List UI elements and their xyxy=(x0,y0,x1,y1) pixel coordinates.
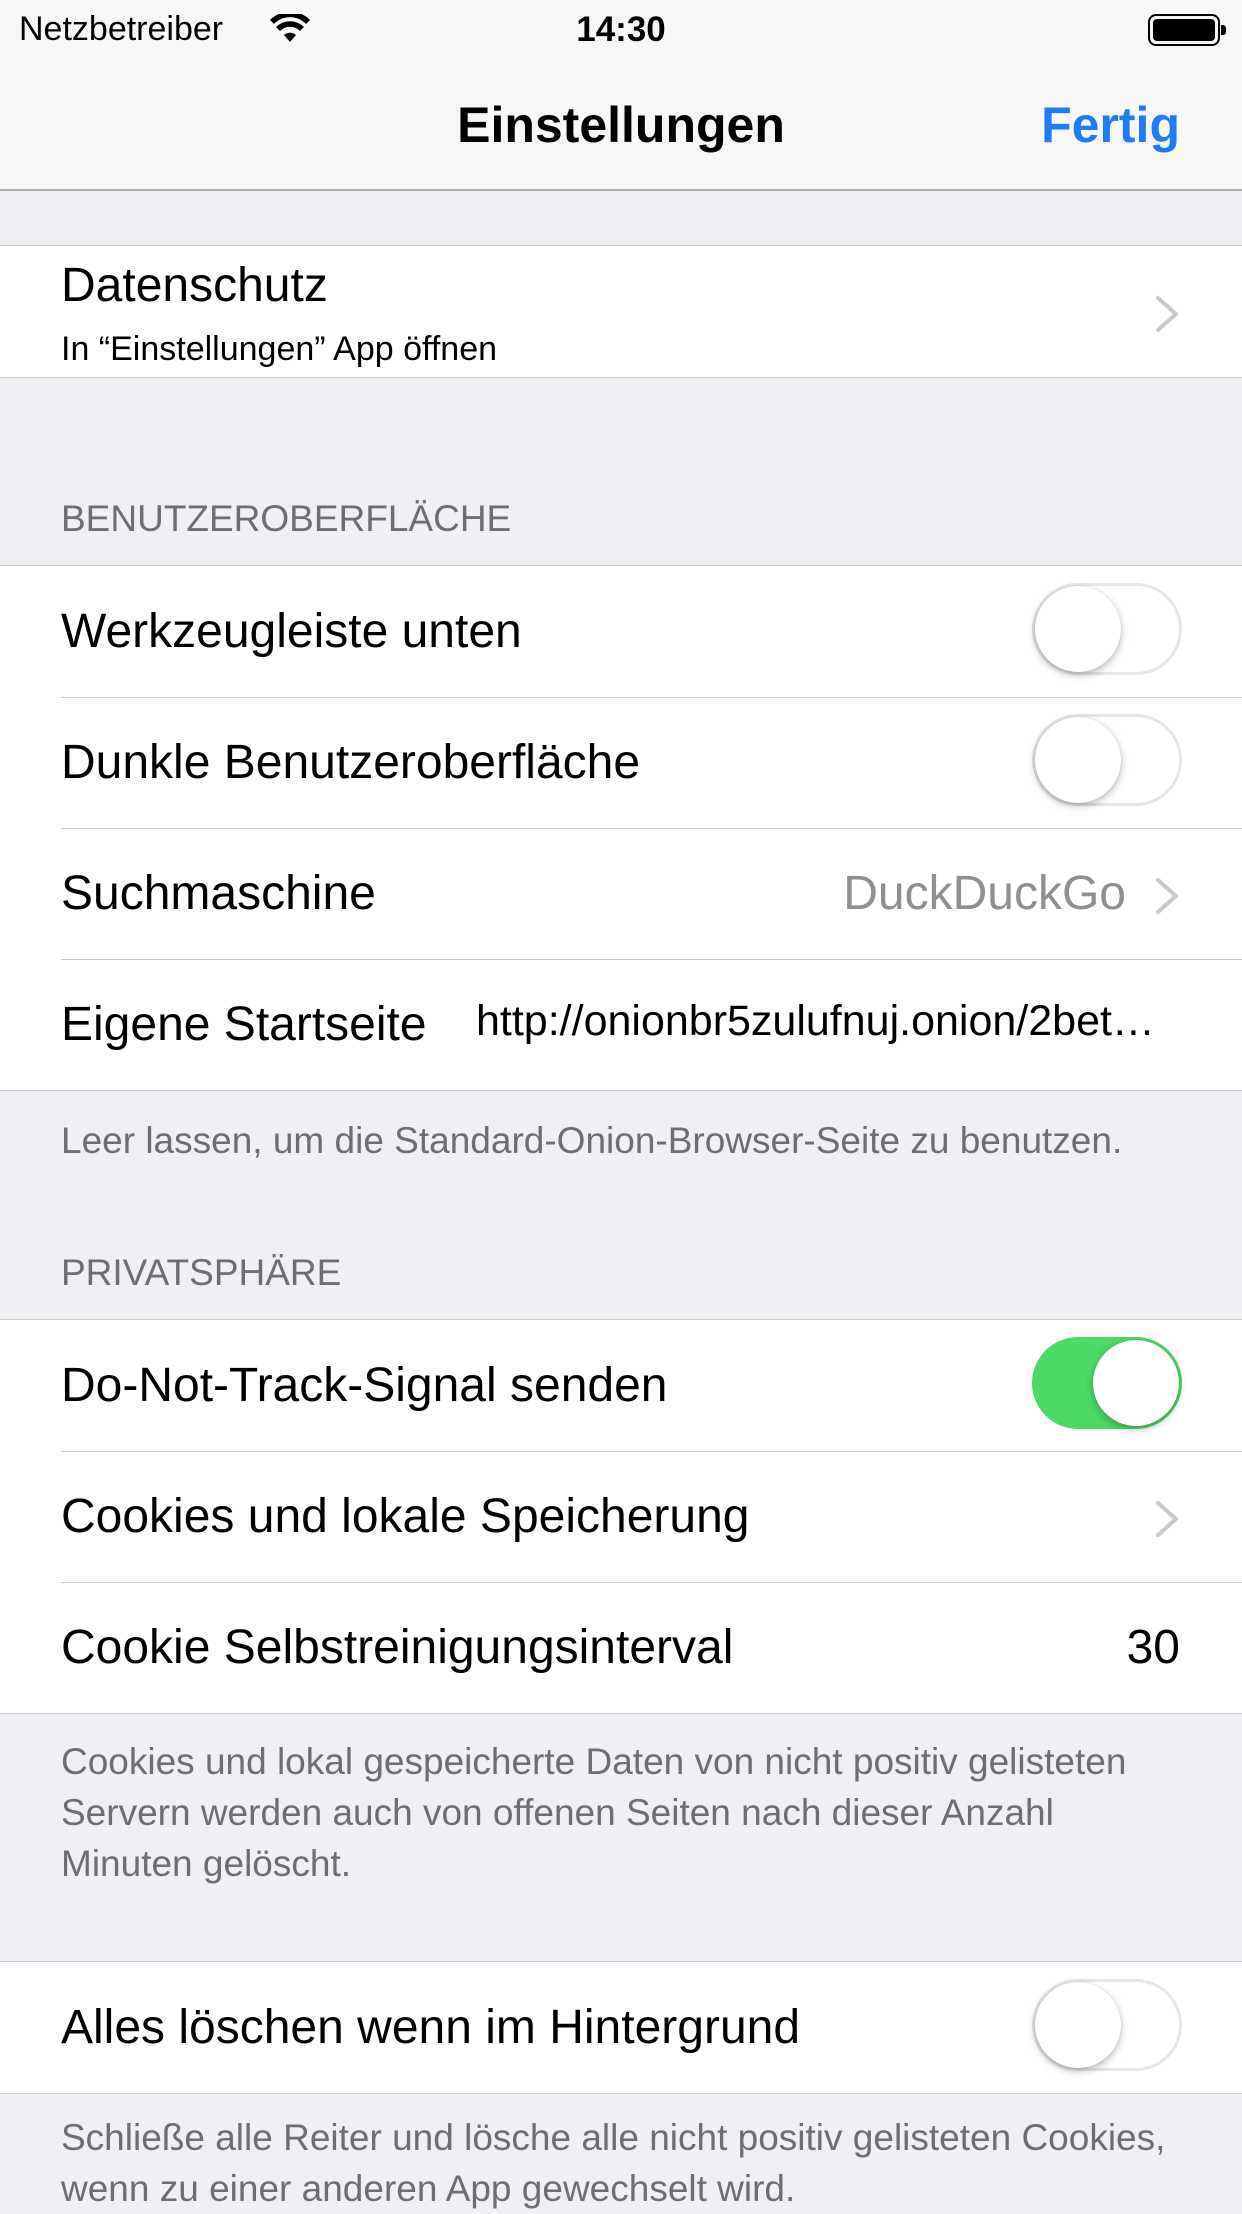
dark-ui-label: Dunkle Benutzeroberfläche xyxy=(61,736,641,789)
privacy-link-group: Datenschutz In “Einstellungen” App öffne… xyxy=(0,245,1242,378)
privacy-settings-group: Do-Not-Track-Signal senden Cookies und l… xyxy=(0,1319,1242,1714)
privacy-link-title: Datenschutz xyxy=(61,259,328,312)
battery-icon xyxy=(1148,14,1226,46)
search-engine-label: Suchmaschine xyxy=(61,867,376,920)
dnt-label: Do-Not-Track-Signal senden xyxy=(61,1359,668,1412)
toolbar-bottom-label: Werkzeugleiste unten xyxy=(61,605,522,658)
toolbar-bottom-row: Werkzeugleiste unten xyxy=(0,566,1242,697)
homepage-url-field[interactable]: http://onionbr5zulufnuj.onion/2bet… xyxy=(476,997,1182,1046)
chevron-right-icon xyxy=(1156,296,1178,332)
search-engine-row[interactable]: Suchmaschine DuckDuckGo xyxy=(0,828,1242,959)
clear-all-row: Alles löschen wenn im Hintergrund xyxy=(0,1962,1242,2093)
clock: 14:30 xyxy=(576,10,666,49)
background-settings-group: Alles löschen wenn im Hintergrund xyxy=(0,1961,1242,2094)
done-button[interactable]: Fertig xyxy=(1041,96,1180,154)
cookie-interval-value[interactable]: 30 xyxy=(1127,1620,1180,1675)
homepage-row: Eigene Startseite http://onionbr5zulufnu… xyxy=(0,959,1242,1090)
toolbar-bottom-toggle[interactable] xyxy=(1032,583,1182,675)
dark-ui-toggle[interactable] xyxy=(1032,714,1182,806)
chevron-right-icon xyxy=(1156,878,1178,914)
privacy-link-subtitle: In “Einstellungen” App öffnen xyxy=(61,330,498,368)
chevron-right-icon xyxy=(1156,1501,1178,1537)
section-footer-ui: Leer lassen, um die Standard-Onion-Brows… xyxy=(61,1120,1123,1161)
status-bar: Netzbetreiber 14:30 xyxy=(0,0,1242,60)
section-header-ui: BENUTZEROBERFLÄCHE xyxy=(61,498,512,539)
homepage-label: Eigene Startseite xyxy=(61,998,427,1051)
search-engine-value: DuckDuckGo xyxy=(843,867,1126,920)
section-footer-privacy: Cookies und lokal gespeicherte Daten von… xyxy=(61,1741,1127,1884)
dnt-row: Do-Not-Track-Signal senden xyxy=(0,1320,1242,1451)
dnt-toggle[interactable] xyxy=(1032,1337,1182,1429)
toggle-knob xyxy=(1093,1340,1179,1426)
cookie-interval-row[interactable]: Cookie Selbstreinigungsinterval 30 xyxy=(0,1582,1242,1713)
privacy-link-row[interactable]: Datenschutz In “Einstellungen” App öffne… xyxy=(0,246,1242,377)
clear-all-toggle[interactable] xyxy=(1032,1979,1182,2071)
cookies-row[interactable]: Cookies und lokale Speicherung xyxy=(0,1451,1242,1582)
cookie-interval-label: Cookie Selbstreinigungsinterval xyxy=(61,1621,734,1674)
toggle-knob xyxy=(1035,717,1121,803)
cookies-label: Cookies und lokale Speicherung xyxy=(61,1490,750,1543)
section-header-privacy: PRIVATSPHÄRE xyxy=(61,1252,342,1293)
dark-ui-row: Dunkle Benutzeroberfläche xyxy=(0,697,1242,828)
toggle-knob xyxy=(1035,586,1121,672)
section-footer-background: Schließe alle Reiter und lösche alle nic… xyxy=(61,2117,1166,2209)
clear-all-label: Alles löschen wenn im Hintergrund xyxy=(61,2001,801,2054)
navigation-bar: Einstellungen Fertig xyxy=(0,60,1242,191)
toggle-knob xyxy=(1035,1982,1121,2068)
ui-settings-group: Werkzeugleiste unten Dunkle Benutzerober… xyxy=(0,565,1242,1091)
